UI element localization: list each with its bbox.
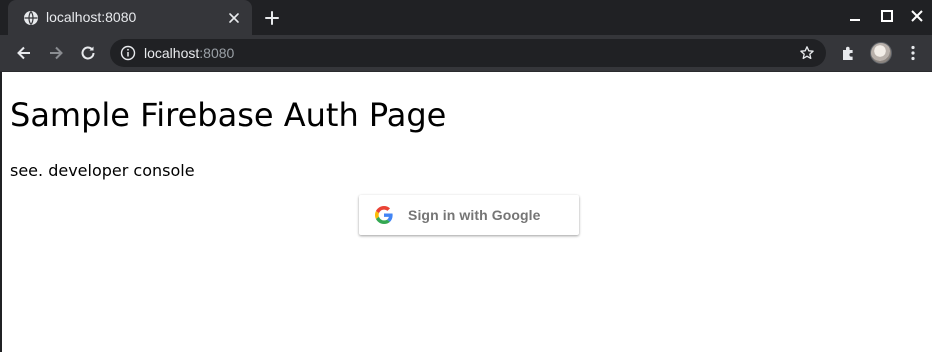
- more-vertical-icon[interactable]: [904, 44, 922, 62]
- sign-in-with-google-button[interactable]: Sign in with Google: [359, 195, 579, 235]
- google-logo-icon: [375, 206, 393, 224]
- globe-icon: [24, 11, 38, 25]
- reload-icon[interactable]: [78, 43, 98, 63]
- info-icon[interactable]: [120, 45, 136, 61]
- bookmark-star-icon[interactable]: [799, 45, 815, 61]
- page-content: Sample Firebase Auth Page see. developer…: [10, 72, 932, 352]
- url-port: :8080: [199, 45, 235, 61]
- address-bar[interactable]: localhost:8080: [110, 39, 826, 67]
- browser-titlebar: localhost:8080: [0, 0, 932, 35]
- browser-toolbar: localhost:8080: [0, 35, 932, 72]
- window-edge: [0, 72, 2, 352]
- forward-arrow-icon[interactable]: [46, 43, 66, 63]
- extensions-puzzle-icon[interactable]: [840, 44, 858, 62]
- url-host: localhost: [144, 45, 200, 61]
- minimize-icon[interactable]: [845, 6, 865, 26]
- close-icon[interactable]: [226, 10, 242, 26]
- sign-in-button-label: Sign in with Google: [408, 207, 541, 223]
- maximize-icon[interactable]: [877, 6, 897, 26]
- browser-tab[interactable]: localhost:8080: [8, 0, 252, 35]
- page-title: Sample Firebase Auth Page: [10, 96, 447, 134]
- window-close-icon[interactable]: [907, 6, 927, 26]
- url-text[interactable]: localhost:8080: [144, 45, 234, 61]
- back-arrow-icon[interactable]: [14, 43, 34, 63]
- profile-avatar[interactable]: [870, 42, 892, 64]
- new-tab-icon[interactable]: [262, 8, 282, 28]
- page-subtitle: see. developer console: [10, 161, 195, 180]
- tab-title: localhost:8080: [46, 9, 137, 25]
